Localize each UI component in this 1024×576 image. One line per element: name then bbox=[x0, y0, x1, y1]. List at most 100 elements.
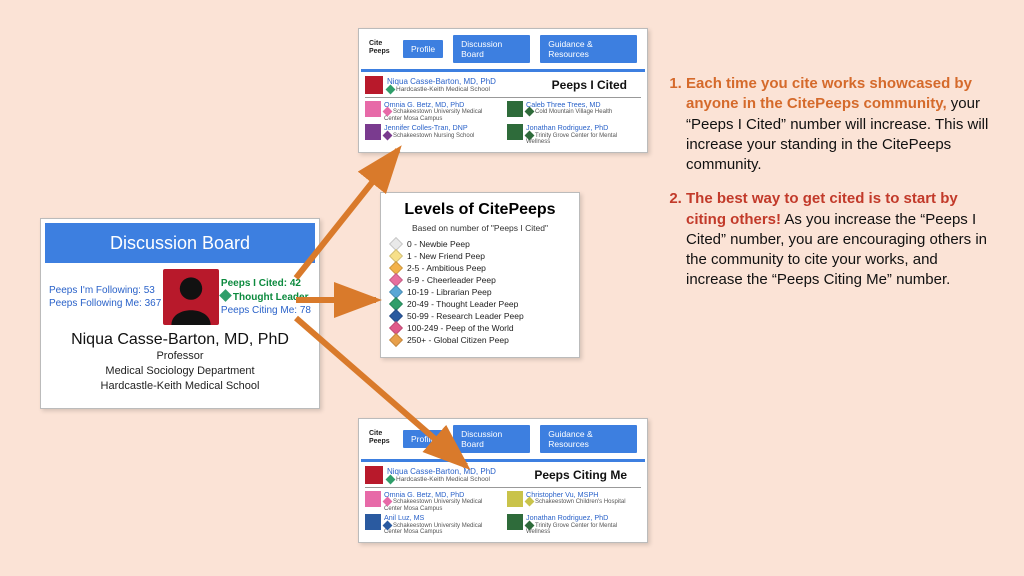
avatar bbox=[507, 514, 523, 530]
levels-sub: Based on number of "Peeps I Cited" bbox=[391, 223, 569, 233]
level-row: 2-5 - Ambitious Peep bbox=[391, 263, 569, 273]
diamond-icon bbox=[389, 333, 403, 347]
levels-card: Levels of CitePeeps Based on number of "… bbox=[380, 192, 580, 358]
diamond-icon bbox=[383, 130, 393, 140]
stat-value: 367 bbox=[145, 298, 162, 309]
avatar bbox=[365, 514, 381, 530]
peep-name: Christopher Vu, MSPH bbox=[526, 491, 626, 498]
panel-title: Peeps I Cited bbox=[538, 78, 641, 92]
avatar bbox=[365, 491, 381, 507]
stat-value: 42 bbox=[290, 278, 301, 289]
mini-me-sub: Hardcastle-Keith Medical School bbox=[396, 476, 490, 483]
profile-card: Discussion Board Peeps I'm Following: 53… bbox=[40, 218, 320, 409]
peep-item[interactable]: Christopher Vu, MSPHSchakeestown Childre… bbox=[507, 491, 641, 512]
level-label: 250+ - Global Citizen Peep bbox=[407, 335, 509, 345]
peep-sub: Trinity Grove Center for Mental Wellness bbox=[526, 132, 641, 146]
peep-name: Caleb Three Trees, MD bbox=[526, 101, 612, 108]
profile-header: Discussion Board bbox=[45, 223, 315, 263]
profile-stats-right: Peeps I Cited: 42 Thought Leader Peeps C… bbox=[221, 278, 311, 316]
peep-item[interactable]: Jonathan Rodriguez, PhDTrinity Grove Cen… bbox=[507, 124, 641, 145]
level-label: 50-99 - Research Leader Peep bbox=[407, 311, 524, 321]
logo: Cite Peeps bbox=[369, 430, 393, 448]
mini-me-name: Niqua Casse-Barton, MD, PhD bbox=[387, 77, 496, 86]
level-row: 10-19 - Librarian Peep bbox=[391, 287, 569, 297]
mini-nav: Cite Peeps Profile Discussion Board Guid… bbox=[359, 419, 647, 459]
level-label: 6-9 - Cheerleader Peep bbox=[407, 275, 496, 285]
peep-item[interactable]: Anil Luz, MSSchakeestown University Medi… bbox=[365, 514, 499, 535]
level-row: 20-49 - Thought Leader Peep bbox=[391, 299, 569, 309]
tab-discussion[interactable]: Discussion Board bbox=[453, 35, 530, 63]
peep-item[interactable]: Omnia G. Betz, MD, PhDSchakeestown Unive… bbox=[365, 101, 499, 122]
diamond-icon bbox=[219, 289, 232, 302]
peep-sub: Schakeestown University Medical Center M… bbox=[384, 108, 499, 122]
peep-sub: Cold Mountain Village Health bbox=[526, 108, 612, 116]
stat-value: 78 bbox=[300, 305, 311, 316]
avatar bbox=[507, 101, 523, 117]
avatar bbox=[365, 101, 381, 117]
peep-sub: Schakeestown University Medical Center M… bbox=[384, 522, 499, 536]
peep-grid: Omnia G. Betz, MD, PhDSchakeestown Unive… bbox=[365, 101, 641, 146]
avatar bbox=[507, 491, 523, 507]
stat-label: Peeps I Cited: bbox=[221, 278, 287, 289]
level-row: 0 - Newbie Peep bbox=[391, 239, 569, 249]
profile-stats-left: Peeps I'm Following: 53 Peeps Following … bbox=[49, 285, 161, 309]
diamond-icon bbox=[386, 474, 396, 484]
profile-name: Niqua Casse-Barton, MD, PhD bbox=[49, 331, 311, 349]
profile-school: Hardcastle-Keith Medical School bbox=[49, 379, 311, 394]
tab-guidance[interactable]: Guidance & Resources bbox=[540, 35, 637, 63]
levels-title: Levels of CitePeeps bbox=[391, 201, 569, 219]
diamond-icon bbox=[383, 497, 393, 507]
avatar bbox=[507, 124, 523, 140]
peep-name: Omnia G. Betz, MD, PhD bbox=[384, 101, 499, 108]
panel-title: Peeps Citing Me bbox=[520, 468, 641, 482]
diamond-icon bbox=[525, 130, 535, 140]
level-row: 100-249 - Peep of the World bbox=[391, 323, 569, 333]
tab-profile[interactable]: Profile bbox=[403, 430, 443, 448]
peep-item[interactable]: Jennifer Colles-Tran, DNPSchakeestown Nu… bbox=[365, 124, 499, 145]
diamond-icon bbox=[525, 107, 535, 117]
peep-sub: Schakeestown Nursing School bbox=[384, 132, 474, 140]
level-label: 2-5 - Ambitious Peep bbox=[407, 263, 486, 273]
level-label: 20-49 - Thought Leader Peep bbox=[407, 299, 518, 309]
level-row: 6-9 - Cheerleader Peep bbox=[391, 275, 569, 285]
peep-name: Jonathan Rodriguez, PhD bbox=[526, 514, 641, 521]
mini-me: Niqua Casse-Barton, MD, PhD Hardcastle-K… bbox=[365, 466, 496, 484]
lead-text: Each time you cite works showcased by an… bbox=[686, 75, 972, 112]
tab-profile[interactable]: Profile bbox=[403, 40, 443, 58]
peep-item[interactable]: Jonathan Rodriguez, PhDTrinity Grove Cen… bbox=[507, 514, 641, 535]
mini-me-sub: Hardcastle-Keith Medical School bbox=[396, 86, 490, 93]
level-row: 50-99 - Research Leader Peep bbox=[391, 311, 569, 321]
peep-item[interactable]: Omnia G. Betz, MD, PhDSchakeestown Unive… bbox=[365, 491, 499, 512]
diamond-icon bbox=[525, 497, 535, 507]
avatar bbox=[163, 269, 219, 325]
stat-label: Peeps I'm Following: bbox=[49, 285, 141, 296]
diamond-icon bbox=[383, 107, 393, 117]
diamond-icon bbox=[383, 520, 393, 530]
peep-name: Jennifer Colles-Tran, DNP bbox=[384, 124, 474, 131]
cited-panel: Cite Peeps Profile Discussion Board Guid… bbox=[358, 28, 648, 153]
peep-name: Anil Luz, MS bbox=[384, 514, 499, 521]
list-item: The best way to get cited is to start by… bbox=[686, 189, 994, 290]
peep-sub: Schakeestown Children's Hospital bbox=[526, 498, 626, 506]
level-row: 1 - New Friend Peep bbox=[391, 251, 569, 261]
level-label: 100-249 - Peep of the World bbox=[407, 323, 514, 333]
stat-label: Peeps Citing Me: bbox=[221, 305, 297, 316]
level-row: 250+ - Global Citizen Peep bbox=[391, 335, 569, 345]
avatar bbox=[365, 124, 381, 140]
profile-dept: Medical Sociology Department bbox=[49, 364, 311, 379]
stat-value: 53 bbox=[144, 285, 155, 296]
stat-label: Peeps Following Me: bbox=[49, 298, 142, 309]
peep-name: Omnia G. Betz, MD, PhD bbox=[384, 491, 499, 498]
citing-panel: Cite Peeps Profile Discussion Board Guid… bbox=[358, 418, 648, 543]
level-label: 10-19 - Librarian Peep bbox=[407, 287, 492, 297]
avatar bbox=[365, 466, 383, 484]
profile-title: Professor bbox=[49, 349, 311, 364]
peep-item[interactable]: Caleb Three Trees, MDCold Mountain Villa… bbox=[507, 101, 641, 122]
stat-label: Thought Leader bbox=[233, 292, 309, 303]
mini-me-name: Niqua Casse-Barton, MD, PhD bbox=[387, 467, 496, 476]
tab-guidance[interactable]: Guidance & Resources bbox=[540, 425, 637, 453]
level-label: 1 - New Friend Peep bbox=[407, 251, 485, 261]
tab-discussion[interactable]: Discussion Board bbox=[453, 425, 530, 453]
peep-grid: Omnia G. Betz, MD, PhD Schakeestown Unive… bbox=[365, 491, 641, 536]
explainer-text: Each time you cite works showcased by an… bbox=[664, 74, 994, 305]
